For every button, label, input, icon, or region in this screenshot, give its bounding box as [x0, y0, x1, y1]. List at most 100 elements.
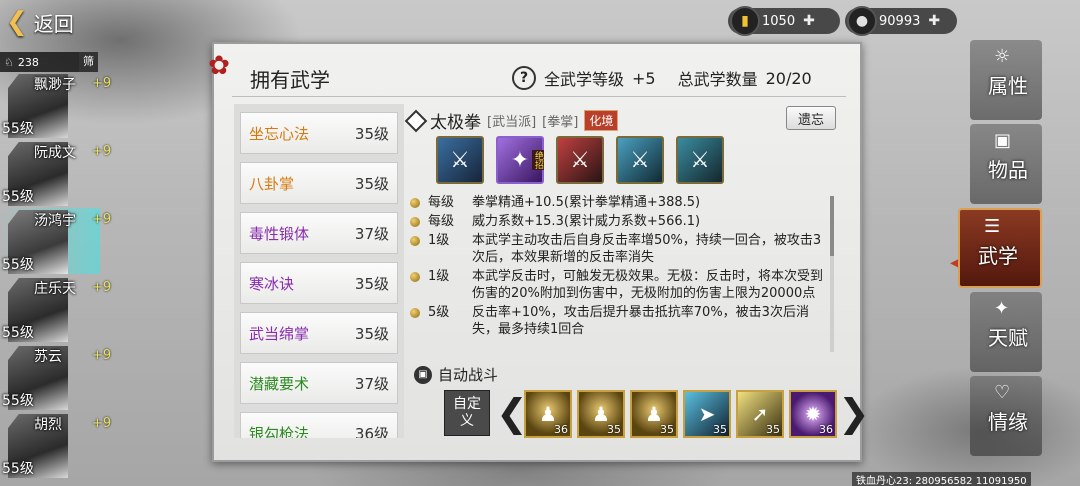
tab-items[interactable]: ▣ 物品 [970, 124, 1042, 204]
skill-item[interactable]: 毒性锻体 37级 [240, 212, 398, 254]
battle-slot[interactable]: ➤ 35 [683, 390, 731, 438]
skill-item[interactable]: 八卦掌 35级 [240, 162, 398, 204]
character-bonus: +9 [92, 144, 112, 159]
slot-number: 35 [607, 423, 621, 436]
skill-name: 毒性锻体 [249, 224, 310, 243]
effect-level: 1级 [428, 269, 450, 284]
skill-name: 八卦掌 [249, 174, 295, 193]
add-gold-button[interactable]: ✚ [803, 13, 815, 29]
effect-text: 反击率+10%，攻击后提升暴击抵抗率70%，被击3次后消失，最多持续1回合 [472, 305, 809, 337]
skill-item[interactable]: 坐忘心法 35级 [240, 112, 398, 154]
character-item[interactable]: 飘渺子 +9 55级 [0, 72, 111, 138]
box-icon: ▣ [994, 130, 1012, 151]
skill-detail-name: 太极拳 [430, 113, 481, 133]
silver-value: 90993 [879, 13, 921, 29]
help-icon[interactable]: ? [512, 66, 536, 90]
effect-level: 每级 [428, 214, 455, 229]
tab-relationship[interactable]: ♡ 情缘 [970, 376, 1042, 456]
character-item[interactable]: 庄乐天 +9 55级 [0, 276, 111, 342]
back-button[interactable]: ❮ 返回 [6, 6, 96, 38]
character-level: 55级 [2, 461, 34, 477]
move-icon[interactable]: ⚔ [556, 136, 604, 184]
pin-icon: ✦ [994, 298, 1010, 319]
add-silver-button[interactable]: ✚ [928, 13, 940, 29]
character-bonus: +9 [92, 416, 112, 431]
effect-scrollbar[interactable] [830, 196, 834, 352]
character-level: 55级 [2, 325, 34, 341]
skill-item[interactable]: 银勾枪法 36级 [240, 412, 398, 438]
effect-row: 5级 反击率+10%，攻击后提升暴击抵抗率70%，被击3次后消失，最多持续1回合 [408, 304, 826, 338]
mask-icon: ☼ [994, 46, 1011, 67]
skill-level: 37级 [354, 224, 389, 243]
chevron-right-icon[interactable]: ❯ [838, 390, 870, 436]
move-icon[interactable]: ⚔ [436, 136, 484, 184]
character-bonus: +9 [92, 280, 112, 295]
battle-slot[interactable]: ➚ 35 [736, 390, 784, 438]
tab-label: 属性 [988, 74, 1028, 98]
tab-talent[interactable]: ✦ 天赋 [970, 292, 1042, 372]
effect-level: 每级 [428, 195, 455, 210]
heart-icon: ♡ [994, 382, 1011, 403]
slot-number: 36 [554, 423, 568, 436]
skill-name: 寒冰诀 [249, 274, 295, 293]
move-icon[interactable]: ✦ 绝招 [496, 136, 544, 184]
effect-text: 拳掌精通+10.5(累计拳掌精通+388.5) [472, 195, 701, 210]
forget-button[interactable]: 遗忘 [786, 106, 836, 130]
skill-item[interactable]: 寒冰诀 35级 [240, 262, 398, 304]
skill-level: 35级 [354, 274, 389, 293]
character-bonus: +9 [92, 348, 112, 363]
effect-level: 5级 [428, 305, 450, 320]
back-label: 返回 [33, 11, 74, 36]
effect-text: 威力系数+15.3(累计威力系数+566.1) [472, 214, 701, 229]
effect-text: 本武学反击时，可触发无极效果。无极：反击时，将本次受到伤害的20%附加到伤害中，… [472, 269, 824, 301]
move-icon[interactable]: ⚔ [616, 136, 664, 184]
tab-attributes[interactable]: ☼ 属性 [970, 40, 1042, 120]
skill-item[interactable]: 武当绵掌 35级 [240, 312, 398, 354]
move-icon[interactable]: ⚔ [676, 136, 724, 184]
server-info: 铁血丹心23: 280956582 11091950 [852, 472, 1031, 486]
character-item-selected[interactable]: 汤鸿宇 +9 55级 [0, 208, 111, 274]
panel-title: 拥有武学 [250, 68, 330, 92]
skill-level: 35级 [354, 324, 389, 343]
character-name: 阮成文 [34, 145, 76, 161]
tab-martial-arts[interactable]: ☰ 武学 [958, 208, 1042, 288]
silver-counter: ● 90993 ✚ [845, 6, 957, 36]
character-item[interactable]: 胡烈 +9 55级 [0, 412, 111, 478]
effect-text: 本武学主动攻击后自身反击率增50%，持续一回合，被攻击3次后，本效果新增的反击率… [472, 233, 822, 265]
character-count: 238 [17, 55, 39, 69]
filter-button[interactable]: 筛 [79, 52, 98, 72]
character-list-header: ♘ 238 筛 [0, 52, 98, 72]
skill-level: 37级 [354, 374, 389, 393]
team-icon: ♘ [4, 55, 14, 69]
character-item[interactable]: 苏云 +9 55级 [0, 344, 111, 410]
bullet-icon [410, 217, 420, 227]
skill-level: 35级 [354, 174, 389, 193]
character-name: 汤鸿宇 [34, 213, 76, 229]
auto-battle-label: 自动战斗 [438, 366, 499, 384]
battle-slot[interactable]: ♟ 36 [524, 390, 572, 438]
effect-level: 1级 [428, 233, 450, 248]
skill-name: 坐忘心法 [249, 124, 310, 143]
character-item[interactable]: 阮成文 +9 55级 [0, 140, 111, 206]
character-name: 苏云 [34, 349, 62, 365]
battle-slot[interactable]: ♟ 35 [577, 390, 625, 438]
custom-button[interactable]: 自定义 [444, 390, 490, 436]
total-count-value: 20/20 [765, 68, 812, 88]
effect-row: 每级 威力系数+15.3(累计威力系数+566.1) [408, 213, 826, 230]
skill-item[interactable]: 潜藏要术 37级 [240, 362, 398, 404]
martial-stats: ? 全武学等级 +5 总武学数量 20/20 [512, 66, 812, 90]
skill-name: 武当绵掌 [249, 324, 310, 343]
character-bonus: +9 [92, 76, 112, 91]
character-name: 庄乐天 [34, 281, 76, 297]
battle-slot[interactable]: ♟ 35 [630, 390, 678, 438]
silver-ingot-icon: ● [847, 6, 877, 36]
battle-slot[interactable]: ✹ 36 [789, 390, 837, 438]
skill-name: 银勾枪法 [249, 424, 310, 439]
character-bonus: +9 [92, 212, 112, 227]
side-nav: ◀ ☼ 属性 ▣ 物品 ☰ 武学 ✦ 天赋 ♡ 情缘 [950, 40, 1080, 460]
type-tag: [拳掌] [542, 115, 579, 130]
move-icons: ⚔ ✦ 绝招 ⚔ ⚔ ⚔ [436, 136, 724, 184]
effect-row: 1级 本武学反击时，可触发无极效果。无极：反击时，将本次受到伤害的20%附加到伤… [408, 268, 826, 302]
martial-arts-panel: 拥有武学 ? 全武学等级 +5 总武学数量 20/20 坐忘心法 35级 八卦掌… [212, 42, 870, 462]
character-level: 55级 [2, 257, 34, 273]
